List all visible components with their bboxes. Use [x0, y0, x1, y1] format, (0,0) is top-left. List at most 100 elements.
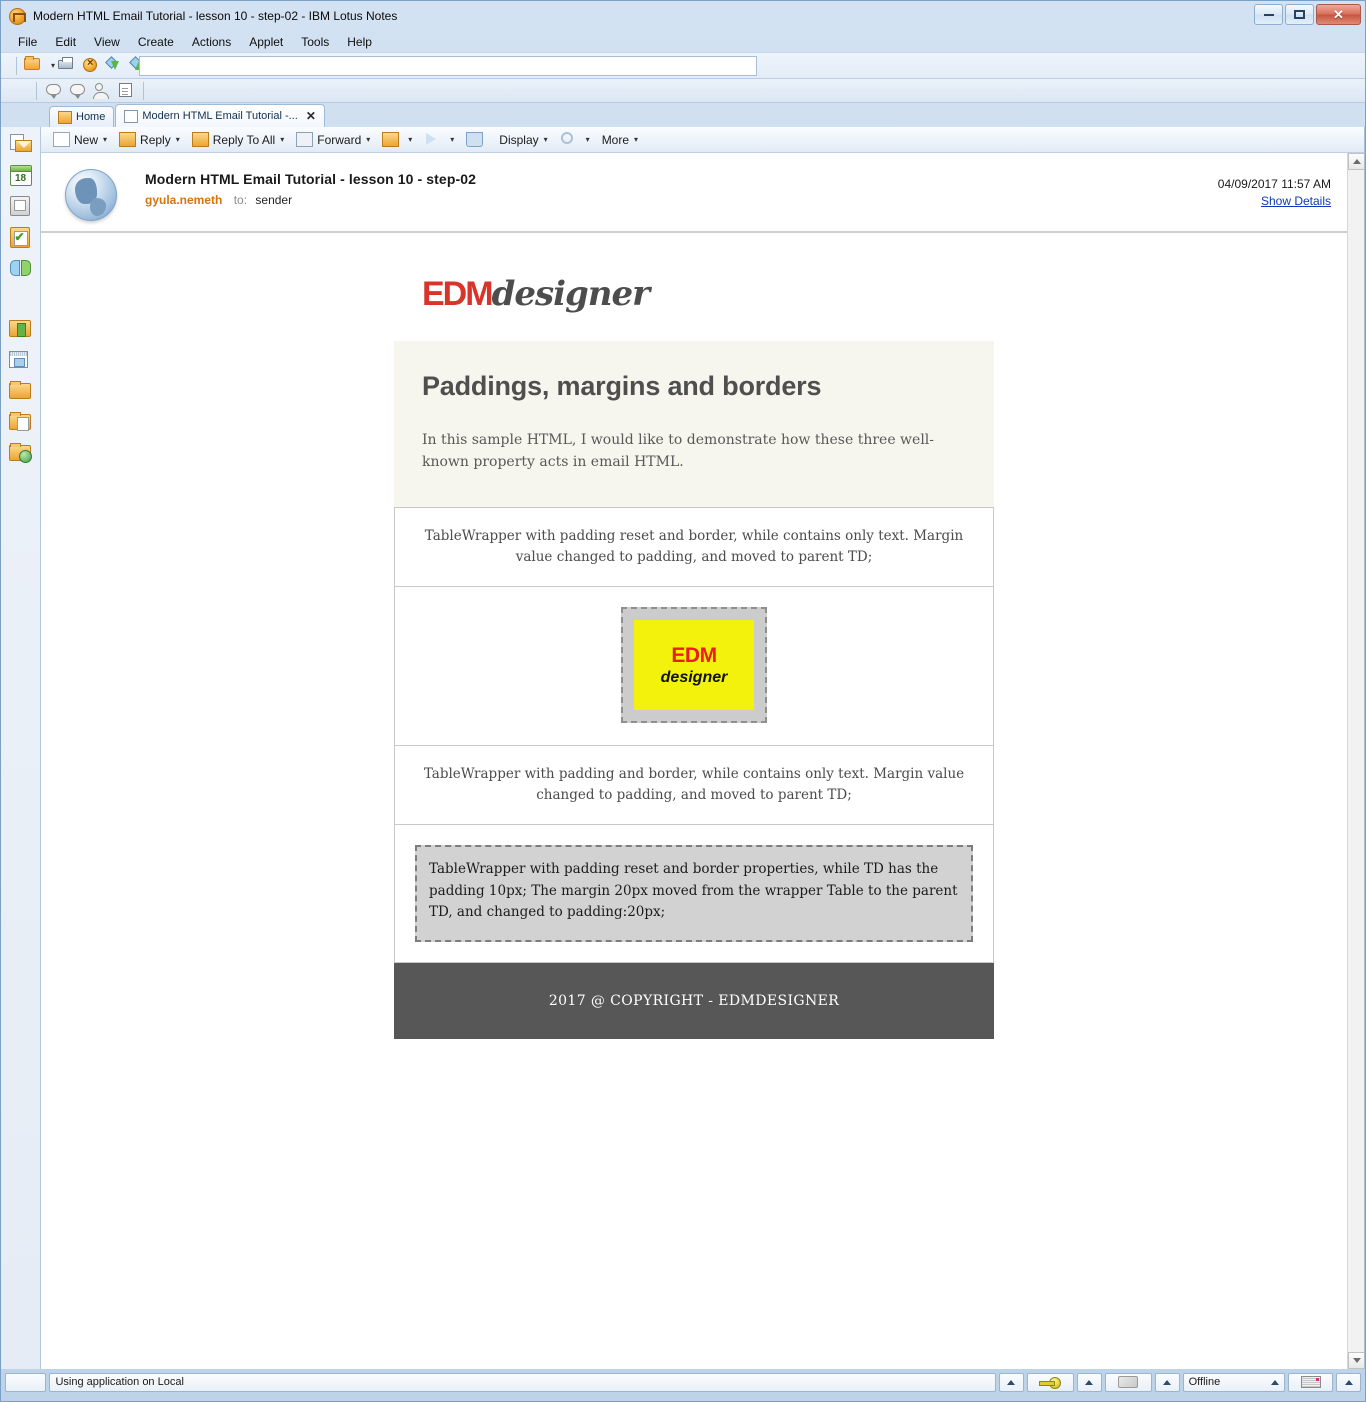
- open-folder-icon[interactable]: [23, 55, 45, 76]
- menu-actions[interactable]: Actions: [183, 33, 240, 51]
- menu-applet[interactable]: Applet: [240, 33, 292, 51]
- status-key-button[interactable]: [1026, 1372, 1074, 1392]
- search-button[interactable]: ▾: [554, 129, 596, 151]
- chevron-down-icon: ▾: [103, 135, 108, 144]
- chevron-up-icon-status: [1007, 1379, 1016, 1385]
- message-viewer-inner: Modern HTML Email Tutorial - lesson 10 -…: [41, 153, 1347, 1369]
- status-pen-button[interactable]: [1104, 1372, 1152, 1392]
- message-header-text: Modern HTML Email Tutorial - lesson 10 -…: [145, 167, 476, 207]
- reply-to-all-button-label: Reply To All: [212, 132, 276, 147]
- chevron-down-icon-8: ▾: [585, 135, 590, 144]
- chat-group-icon[interactable]: [67, 80, 89, 101]
- status-offline-selector[interactable]: Offline: [1182, 1372, 1285, 1392]
- message-header: Modern HTML Email Tutorial - lesson 10 -…: [41, 153, 1347, 233]
- sidebar-item-calendar[interactable]: 18: [8, 164, 34, 187]
- sidebar-item-folder[interactable]: [8, 380, 34, 403]
- more-button[interactable]: More ▾: [596, 129, 644, 151]
- sidebar-item-todo[interactable]: ✔: [8, 226, 34, 249]
- menu-tools[interactable]: Tools: [292, 33, 338, 51]
- display-button-label: Display: [499, 132, 539, 147]
- chevron-up-icon-offline: [1270, 1379, 1279, 1385]
- status-tray-arrow[interactable]: [1336, 1372, 1362, 1392]
- email-block-1-text: TableWrapper with padding reset and bord…: [424, 528, 964, 566]
- logo-edm-text: EDM: [422, 275, 494, 313]
- viewer-scrollbar[interactable]: [1347, 153, 1364, 1369]
- application-window: Modern HTML Email Tutorial - lesson 10 -…: [0, 0, 1366, 1402]
- scroll-down-button[interactable]: [1348, 1352, 1364, 1369]
- delete-button[interactable]: [460, 129, 493, 151]
- sidebar-item-contacts[interactable]: [8, 195, 34, 218]
- email-intro-section: Paddings, margins and borders In this sa…: [394, 341, 994, 508]
- add-contact-icon[interactable]: [91, 80, 113, 101]
- addressbook-icon[interactable]: [115, 80, 137, 101]
- status-expand-button[interactable]: [998, 1372, 1024, 1392]
- tab-strip: Home Modern HTML Email Tutorial -... ✕: [1, 103, 1365, 127]
- tab-message[interactable]: Modern HTML Email Tutorial -... ✕: [115, 104, 325, 127]
- minimize-button[interactable]: [1254, 4, 1283, 25]
- message-viewer: Modern HTML Email Tutorial - lesson 10 -…: [41, 153, 1364, 1369]
- message-subject: Modern HTML Email Tutorial - lesson 10 -…: [145, 171, 477, 187]
- window-controls: ✕: [1254, 4, 1361, 25]
- edm-designer-image[interactable]: EDM designer: [634, 620, 754, 711]
- chevron-down-icon-scroll: [1352, 1358, 1361, 1363]
- print-icon[interactable]: [56, 55, 78, 76]
- cancel-icon[interactable]: [80, 55, 102, 76]
- menu-edit[interactable]: Edit: [46, 33, 85, 51]
- sidebar-item-bookmarks[interactable]: [8, 318, 34, 341]
- move-to-folder-button[interactable]: ▾: [376, 129, 418, 151]
- message-meta: 04/09/2017 11:57 AM Show Details: [1218, 177, 1331, 208]
- chevron-up-icon-pen: [1163, 1379, 1172, 1385]
- reply-button[interactable]: Reply ▾: [113, 129, 186, 151]
- status-key-arrow[interactable]: [1076, 1372, 1102, 1392]
- toolbar-separator: [16, 56, 17, 75]
- maximize-button[interactable]: [1285, 4, 1314, 25]
- forward-button[interactable]: Forward ▾: [290, 129, 376, 151]
- menu-help[interactable]: Help: [338, 33, 381, 51]
- sidebar-item-archive[interactable]: [8, 411, 34, 434]
- mail-doc-icon: [124, 109, 139, 123]
- close-button[interactable]: ✕: [1316, 4, 1361, 25]
- download-icon[interactable]: [104, 55, 126, 76]
- lotus-notes-icon: [9, 7, 26, 25]
- reply-all-icon: [191, 132, 209, 147]
- message-sender[interactable]: gyula.nemeth: [145, 193, 222, 207]
- sidebar-item-workspace[interactable]: [8, 349, 34, 372]
- menu-file[interactable]: File: [9, 33, 46, 51]
- menu-create[interactable]: Create: [129, 33, 183, 51]
- tab-home[interactable]: Home: [49, 106, 115, 127]
- tab-close-icon[interactable]: ✕: [306, 109, 316, 123]
- email-block-1: TableWrapper with padding reset and bord…: [394, 507, 994, 588]
- edmdesigner-logo: EDMdesigner: [422, 277, 966, 311]
- show-details-link[interactable]: Show Details: [1218, 194, 1331, 208]
- message-action-bar: New ▾ Reply ▾ Reply To All ▾ Forward ▾ ▾…: [41, 127, 1364, 153]
- email-image-frame: EDM designer: [621, 607, 767, 724]
- reply-to-all-button[interactable]: Reply To All ▾: [186, 129, 291, 151]
- check-icon: ✔: [14, 230, 25, 244]
- tray-icon: [1300, 1376, 1321, 1388]
- message-from-line: gyula.nemeth to: sender: [145, 193, 476, 207]
- open-folder-caret-icon[interactable]: ▾: [51, 61, 55, 70]
- scroll-up-button[interactable]: [1348, 153, 1364, 170]
- forward-button-label: Forward: [317, 132, 362, 147]
- new-button[interactable]: New ▾: [47, 129, 113, 151]
- status-pen-arrow[interactable]: [1154, 1372, 1180, 1392]
- email-body: EDMdesigner Paddings, margins and border…: [394, 241, 994, 1039]
- chat-icon[interactable]: [43, 80, 65, 101]
- trash-icon: [466, 132, 484, 147]
- menu-view[interactable]: View: [85, 33, 129, 51]
- sidebar-item-replication[interactable]: [8, 257, 34, 280]
- sidebar-item-mail[interactable]: [8, 133, 34, 156]
- scrollbar-track[interactable]: [1348, 170, 1364, 1352]
- follow-up-button[interactable]: ▾: [418, 129, 460, 151]
- status-tray-button[interactable]: [1287, 1372, 1334, 1392]
- chevron-down-icon-4: ▾: [366, 135, 371, 144]
- body-area: 18 ✔ New ▾ Reply ▾ Reply To All ▾ Forwar…: [1, 127, 1365, 1369]
- display-button[interactable]: Display ▾: [493, 129, 553, 151]
- minimize-icon: [1263, 13, 1274, 16]
- folder-icon: [382, 132, 400, 147]
- message-date: 04/09/2017 11:57 AM: [1217, 177, 1331, 191]
- status-left-button[interactable]: [5, 1372, 47, 1392]
- message-recipient[interactable]: sender: [255, 193, 292, 207]
- status-offline-label: Offline: [1188, 1376, 1221, 1388]
- sidebar-item-web[interactable]: [8, 442, 34, 465]
